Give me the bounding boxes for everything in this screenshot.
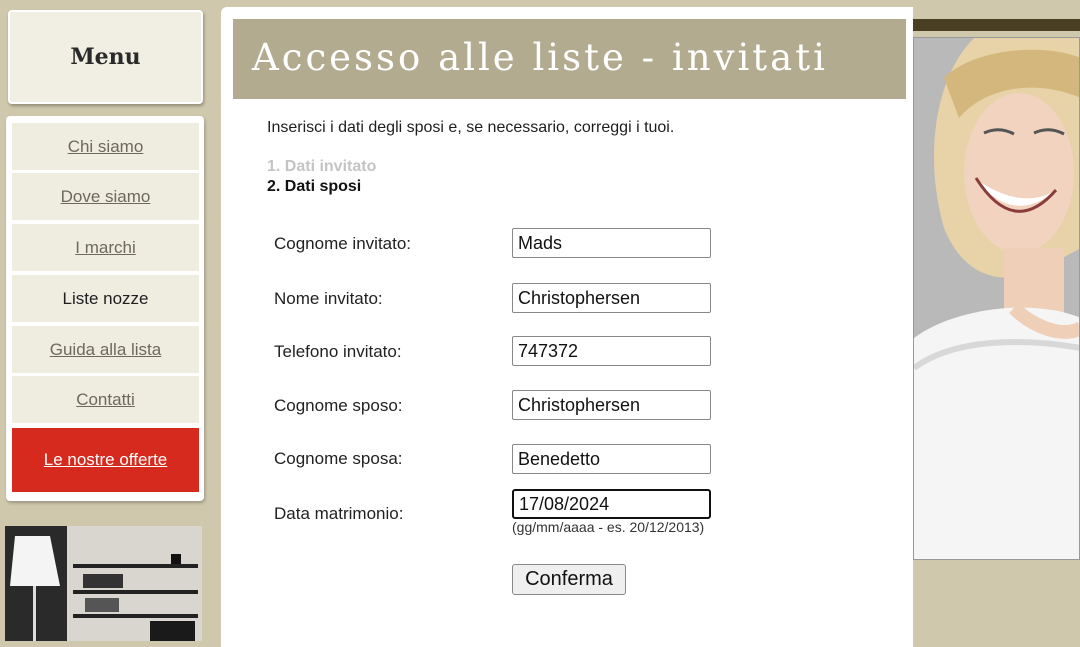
sidebar-item-dove-siamo[interactable]: Dove siamo [12,173,199,220]
page-header: Accesso alle liste - invitati [233,19,906,99]
conferma-button[interactable]: Conferma [512,564,626,595]
photo-bottom-panel [913,566,1080,641]
page-title: Accesso alle liste - invitati [252,36,828,79]
nome-invitato-input[interactable] [512,283,711,313]
sidebar-item-chi-siamo[interactable]: Chi siamo [12,123,199,170]
furniture-thumbnail [5,526,202,641]
intro-text: Inserisci i dati degli sposi e, se neces… [267,119,675,136]
menu-header: Menu [8,10,203,104]
date-format-hint: (gg/mm/aaaa - es. 20/12/2013) [512,519,705,535]
cognome-sposa-label: Cognome sposa: [274,449,403,468]
sidebar-item-offerte[interactable]: Le nostre offerte [12,428,199,492]
step-dati-invitato: 1. Dati invitato [267,158,377,175]
cognome-invitato-label: Cognome invitato: [274,234,412,253]
data-matrimonio-label: Data matrimonio: [274,504,404,523]
step-dati-sposi: 2. Dati sposi [267,178,362,195]
cognome-sposa-input[interactable] [512,444,711,474]
header-strip [913,19,1080,31]
sidebar-item-liste-nozze[interactable]: Liste nozze [12,275,199,322]
sidebar-item-contatti[interactable]: Contatti [12,376,199,423]
menu-title: Menu [70,44,141,70]
data-matrimonio-input[interactable] [512,489,711,519]
bride-photo [913,37,1080,560]
cognome-sposo-input[interactable] [512,390,711,420]
sidebar-menu: Chi siamo Dove siamo I marchi Liste nozz… [6,116,204,501]
main-panel [221,7,913,647]
cognome-sposo-label: Cognome sposo: [274,396,403,415]
telefono-invitato-label: Telefono invitato: [274,342,402,361]
sidebar-item-i-marchi[interactable]: I marchi [12,224,199,271]
nome-invitato-label: Nome invitato: [274,289,383,308]
sidebar-item-guida-alla-lista[interactable]: Guida alla lista [12,326,199,373]
cognome-invitato-input[interactable] [512,228,711,258]
telefono-invitato-input[interactable] [512,336,711,366]
